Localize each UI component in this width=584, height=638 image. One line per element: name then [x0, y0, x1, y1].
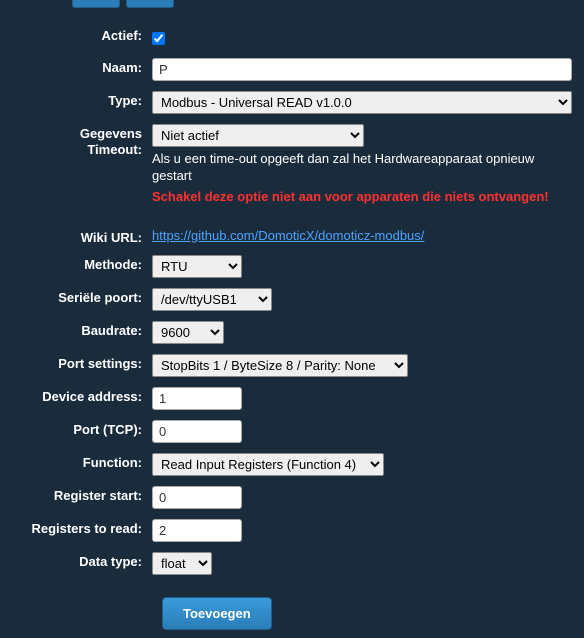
wiki-link[interactable]: https://github.com/DomoticX/domoticz-mod… [152, 228, 424, 243]
hardware-form: Actief: Naam: Type: Modbus - Universal R… [0, 16, 584, 638]
serielepoort-select[interactable]: /dev/ttyUSB1 [152, 288, 272, 311]
gegevens-timeout-select[interactable]: Niet actief [152, 124, 364, 147]
toevoegen-button[interactable]: Toevoegen [162, 597, 272, 630]
label-actief: Actief: [10, 24, 152, 43]
top-button-2[interactable] [126, 0, 174, 8]
portsettings-select[interactable]: StopBits 1 / ByteSize 8 / Parity: None [152, 354, 408, 377]
label-baudrate: Baudrate: [10, 319, 152, 338]
naam-input[interactable] [152, 58, 572, 81]
timeout-help-1: Als u een time-out opgeeft dan zal het H… [152, 151, 574, 185]
deviceaddress-input[interactable] [152, 387, 242, 410]
label-deviceaddress: Device address: [10, 385, 152, 404]
function-select[interactable]: Read Input Registers (Function 4) [152, 453, 384, 476]
porttcp-input[interactable] [152, 420, 242, 443]
datatype-select[interactable]: float [152, 552, 212, 575]
label-type: Type: [10, 89, 152, 108]
label-serielepoort: Seriële poort: [10, 286, 152, 305]
actief-checkbox[interactable] [152, 32, 165, 45]
label-function: Function: [10, 451, 152, 470]
label-methode: Methode: [10, 253, 152, 272]
top-button-1[interactable] [72, 0, 120, 8]
timeout-warning: Schakel deze optie niet aan voor apparat… [152, 189, 574, 206]
registerstart-input[interactable] [152, 486, 242, 509]
label-gegevens-timeout: Gegevens Timeout: [10, 122, 152, 157]
methode-select[interactable]: RTU [152, 255, 242, 278]
label-registerstart: Register start: [10, 484, 152, 503]
label-wiki: Wiki URL: [10, 226, 152, 245]
baudrate-select[interactable]: 9600 [152, 321, 224, 344]
label-datatype: Data type: [10, 550, 152, 569]
label-porttcp: Port (TCP): [10, 418, 152, 437]
label-naam: Naam: [10, 56, 152, 75]
label-registerstoread: Registers to read: [10, 517, 152, 536]
label-portsettings: Port settings: [10, 352, 152, 371]
registerstoread-input[interactable] [152, 519, 242, 542]
type-select[interactable]: Modbus - Universal READ v1.0.0 [152, 91, 572, 114]
